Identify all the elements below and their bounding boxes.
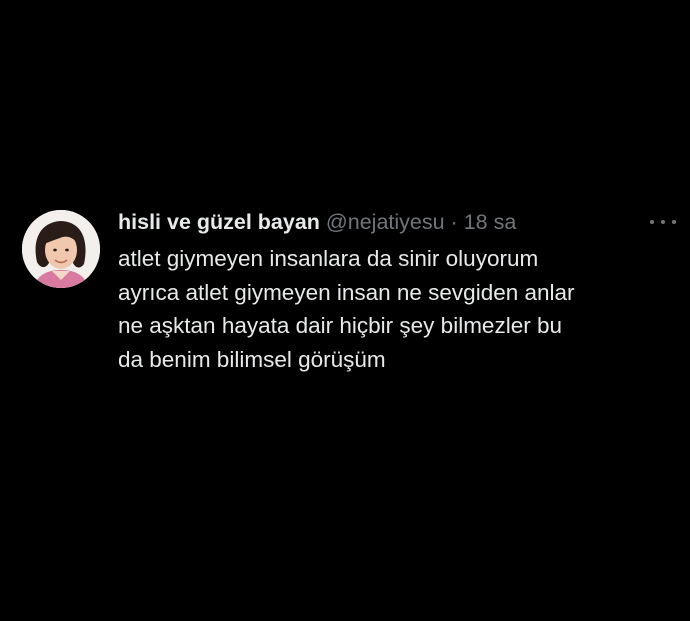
avatar[interactable]: [22, 210, 100, 288]
tweet-header: hisli ve güzel bayan @nejatiyesu · 18 sa: [118, 208, 516, 236]
tweet-text-line: da benim bilimsel görüşüm: [118, 346, 386, 372]
tweet[interactable]: hisli ve güzel bayan @nejatiyesu · 18 sa…: [22, 204, 682, 384]
user-handle[interactable]: @nejatiyesu: [326, 210, 445, 234]
separator-dot: ·: [450, 210, 458, 234]
more-dot: [672, 220, 676, 224]
tweet-text: atlet giymeyen insanlara da sinir oluyor…: [118, 242, 678, 376]
more-dot: [661, 220, 665, 224]
tweet-text-line: ayrıca atlet giymeyen insan ne sevgiden …: [118, 279, 575, 305]
tweet-text-line: ne aşktan hayata dair hiçbir şey bilmezl…: [118, 313, 562, 338]
more-dot: [650, 220, 654, 224]
timestamp[interactable]: 18 sa: [464, 210, 517, 234]
more-horizontal-icon[interactable]: [650, 212, 676, 232]
tweet-text-line: atlet giymeyen insanlara da sinir oluyor…: [118, 246, 539, 271]
display-name[interactable]: hisli ve güzel bayan: [118, 210, 320, 234]
